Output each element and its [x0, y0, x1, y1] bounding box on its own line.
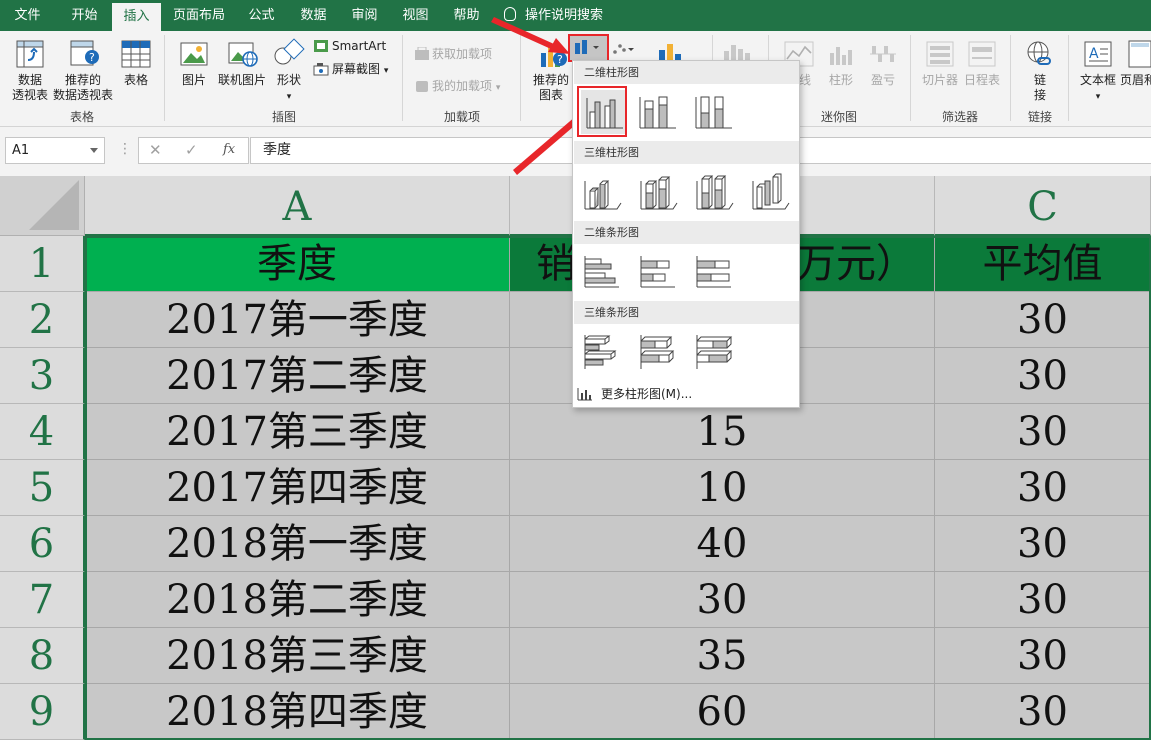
stacked-bar-icon: [640, 256, 675, 288]
3d-percent-stacked-column-icon: [696, 175, 734, 210]
section-3d-column: 三维柱形图: [574, 141, 799, 164]
3d-clustered-column-option[interactable]: [581, 171, 623, 213]
3d-percent-stacked-bar-option[interactable]: [693, 331, 735, 373]
3d-column-option[interactable]: [749, 171, 791, 213]
3d-clustered-column-icon: [584, 180, 622, 210]
stacked-column-option[interactable]: [637, 91, 679, 133]
more-column-charts-link[interactable]: 更多柱形图(M)...: [577, 383, 692, 405]
annotation-arrow-line: [513, 116, 580, 175]
3d-percent-stacked-column-option[interactable]: [693, 171, 735, 213]
percent-stacked-column-icon: [695, 96, 732, 129]
3d-column-icon: [752, 173, 790, 210]
3d-stacked-bar-option[interactable]: [637, 331, 679, 373]
3d-stacked-column-icon: [640, 176, 678, 210]
section-2d-column: 二维柱形图: [574, 61, 799, 84]
annotation-highlight-column-button: [568, 34, 609, 62]
clustered-bar-option[interactable]: [581, 251, 623, 293]
more-column-charts-label: 更多柱形图(M)...: [601, 387, 693, 401]
3d-percent-stacked-bar-icon: [696, 335, 733, 369]
section-3d-bar: 三维条形图: [574, 301, 799, 324]
percent-stacked-bar-icon: [696, 256, 731, 288]
3d-stacked-bar-icon: [640, 335, 675, 369]
3d-clustered-bar-icon: [584, 335, 617, 369]
annotation-highlight-clustered-column: [577, 86, 627, 137]
stacked-bar-option[interactable]: [637, 251, 679, 293]
clustered-bar-icon: [584, 256, 619, 288]
percent-stacked-column-option[interactable]: [693, 91, 735, 133]
3d-clustered-bar-option[interactable]: [581, 331, 623, 373]
section-2d-bar: 二维条形图: [574, 221, 799, 244]
more-charts-icon: [577, 388, 592, 401]
3d-stacked-column-option[interactable]: [637, 171, 679, 213]
stacked-column-icon: [639, 96, 676, 129]
excel-window: 文件 开始 插入 页面布局 公式 数据 审阅 视图 帮助 操作说明搜索 数据 透…: [0, 0, 1151, 740]
percent-stacked-bar-option[interactable]: [693, 251, 735, 293]
annotation-arrow-line: [491, 17, 554, 49]
